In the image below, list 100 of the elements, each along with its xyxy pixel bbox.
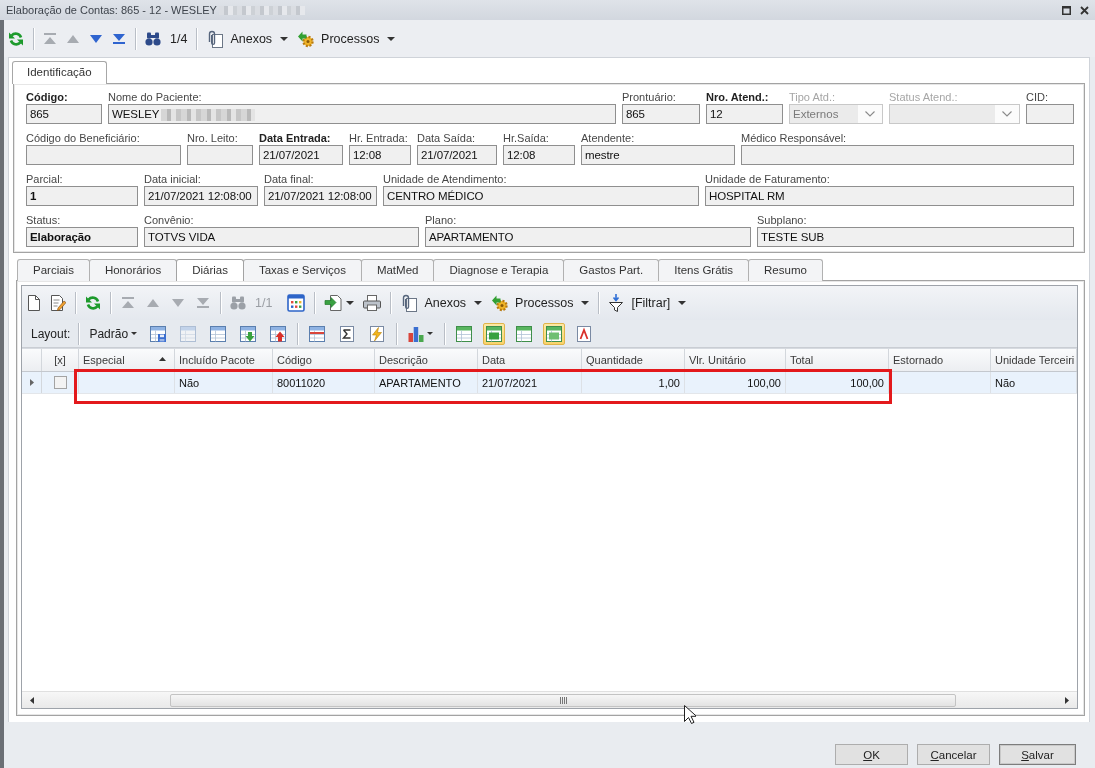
text-field[interactable]: APARTAMENTO xyxy=(425,227,751,247)
column-header[interactable]: Especial xyxy=(79,349,175,371)
calendar-icon[interactable] xyxy=(287,294,306,312)
text-field[interactable]: Elaboração xyxy=(26,227,138,247)
column-header[interactable]: [x] xyxy=(42,349,79,371)
field-label: Nro. Atend.: xyxy=(706,90,769,104)
dialog-button[interactable]: OK xyxy=(835,744,908,765)
dialog-button[interactable]: Salvar xyxy=(999,744,1076,765)
text-field[interactable]: WESLEY xyxy=(108,104,616,124)
field-label: Data final: xyxy=(264,172,314,186)
field-label: Unidade de Atendimento: xyxy=(383,172,507,186)
column-header[interactable]: Unidade Terceiri xyxy=(991,349,1077,371)
text-field[interactable]: 12:08 xyxy=(349,145,411,165)
filter-icon xyxy=(608,294,626,312)
field-label: Parcial: xyxy=(26,172,63,186)
next-record-icon[interactable] xyxy=(89,32,103,45)
refresh-icon[interactable] xyxy=(8,30,24,47)
menu-button[interactable]: [Filtrar] xyxy=(608,294,687,312)
column-header[interactable]: Estornado xyxy=(889,349,991,371)
menu-button[interactable]: Processos xyxy=(297,29,396,48)
last-record-icon[interactable] xyxy=(112,32,126,45)
tab[interactable]: Gastos Part. xyxy=(563,259,660,281)
edit-document-icon[interactable] xyxy=(50,295,66,311)
text-field[interactable] xyxy=(741,145,1074,165)
tab[interactable]: Taxas e Serviços xyxy=(242,259,362,281)
column-header[interactable]: Código xyxy=(273,349,375,371)
field-label: Status: xyxy=(26,213,61,227)
binoculars-icon[interactable] xyxy=(145,31,161,46)
field-label: Data Entrada: xyxy=(259,131,331,145)
table-cell: APARTAMENTO xyxy=(375,372,478,393)
tab[interactable]: Parciais xyxy=(17,259,90,281)
text-field[interactable]: 12:08 xyxy=(503,145,575,165)
text-field[interactable] xyxy=(26,145,181,165)
tab[interactable]: Honorários xyxy=(88,259,178,281)
text-field[interactable]: 21/07/2021 12:08:00 xyxy=(264,186,377,206)
table-cell: 1,00 xyxy=(582,372,685,393)
field-label: Tipo Atd.: xyxy=(789,90,836,104)
table-icon xyxy=(180,325,197,342)
table-cell: 21/07/2021 xyxy=(478,372,582,393)
field-label: Atendente: xyxy=(581,131,635,145)
text-field[interactable]: TOTVS VIDA xyxy=(144,227,419,247)
printer-icon[interactable] xyxy=(363,295,382,311)
document-chevron-icon xyxy=(576,325,593,342)
text-field[interactable]: 12 xyxy=(706,104,783,124)
toolbar-button[interactable] xyxy=(483,322,506,345)
column-header[interactable]: Quantidade xyxy=(582,349,685,371)
layout-label: Layout: xyxy=(31,326,71,341)
text-field[interactable]: HOSPITAL RM xyxy=(705,186,1074,206)
tab[interactable]: Diagnose e Terapia xyxy=(433,259,565,281)
column-header[interactable]: Descrição xyxy=(375,349,478,371)
field-label: Prontuário: xyxy=(622,90,676,104)
tab[interactable]: Identificação xyxy=(12,61,107,84)
text-field[interactable]: TESTE SUB xyxy=(757,227,1074,247)
dialog-button[interactable]: Cancelar xyxy=(917,744,990,765)
sum-icon xyxy=(339,325,356,342)
record-position: 1/1 xyxy=(255,296,273,310)
table-cell: 100,00 xyxy=(685,372,786,393)
text-field[interactable]: 21/07/2021 12:08:00 xyxy=(144,186,258,206)
column-header[interactable]: Incluído Pacote xyxy=(175,349,273,371)
horizontal-scrollbar[interactable] xyxy=(22,691,1077,708)
text-field[interactable] xyxy=(187,145,253,165)
refresh-icon[interactable] xyxy=(85,295,101,311)
column-header[interactable]: Vlr. Unitário xyxy=(685,349,786,371)
field-label: Código do Beneficiário: xyxy=(26,131,140,145)
text-field[interactable]: CENTRO MÉDICO xyxy=(383,186,699,206)
gear-arrow-icon xyxy=(297,29,316,48)
scroll-left-icon[interactable] xyxy=(30,696,34,704)
checkbox[interactable] xyxy=(53,376,67,389)
table-icon xyxy=(516,325,533,342)
scrollbar-thumb[interactable] xyxy=(170,693,956,707)
menu-button[interactable]: Anexos xyxy=(206,29,289,48)
tab[interactable]: Itens Grátis xyxy=(658,259,750,281)
lightning-icon xyxy=(369,325,386,342)
tab[interactable]: Diárias xyxy=(176,259,244,281)
text-field[interactable]: 21/07/2021 xyxy=(417,145,497,165)
text-field[interactable]: mestre xyxy=(581,145,735,165)
text-field[interactable]: 21/07/2021 xyxy=(259,145,343,165)
column-header[interactable]: Total xyxy=(786,349,889,371)
caret-icon[interactable] xyxy=(346,301,355,305)
text-field[interactable] xyxy=(1026,104,1074,124)
scroll-right-icon[interactable] xyxy=(1065,696,1069,704)
close-icon[interactable] xyxy=(1080,5,1089,15)
maximize-icon[interactable] xyxy=(1062,5,1071,15)
column-header[interactable]: Data xyxy=(478,349,582,371)
caret-icon xyxy=(131,332,138,335)
tab[interactable]: Resumo xyxy=(748,259,823,281)
text-field[interactable]: 865 xyxy=(26,104,102,124)
caret-icon xyxy=(280,36,289,41)
menu-button[interactable]: Anexos xyxy=(400,294,483,312)
table-icon xyxy=(486,325,503,342)
paperclip-icon xyxy=(206,29,225,48)
menu-button[interactable]: Processos xyxy=(491,294,590,312)
layout-dropdown[interactable]: Padrão xyxy=(87,326,140,341)
export-icon[interactable] xyxy=(324,295,343,311)
text-field[interactable]: 1 xyxy=(26,186,138,206)
paperclip-icon xyxy=(400,294,419,312)
tab[interactable]: MatMed xyxy=(360,259,435,281)
toolbar-button[interactable] xyxy=(543,322,566,345)
text-field[interactable]: 865 xyxy=(622,104,700,124)
new-document-icon[interactable] xyxy=(27,295,41,311)
